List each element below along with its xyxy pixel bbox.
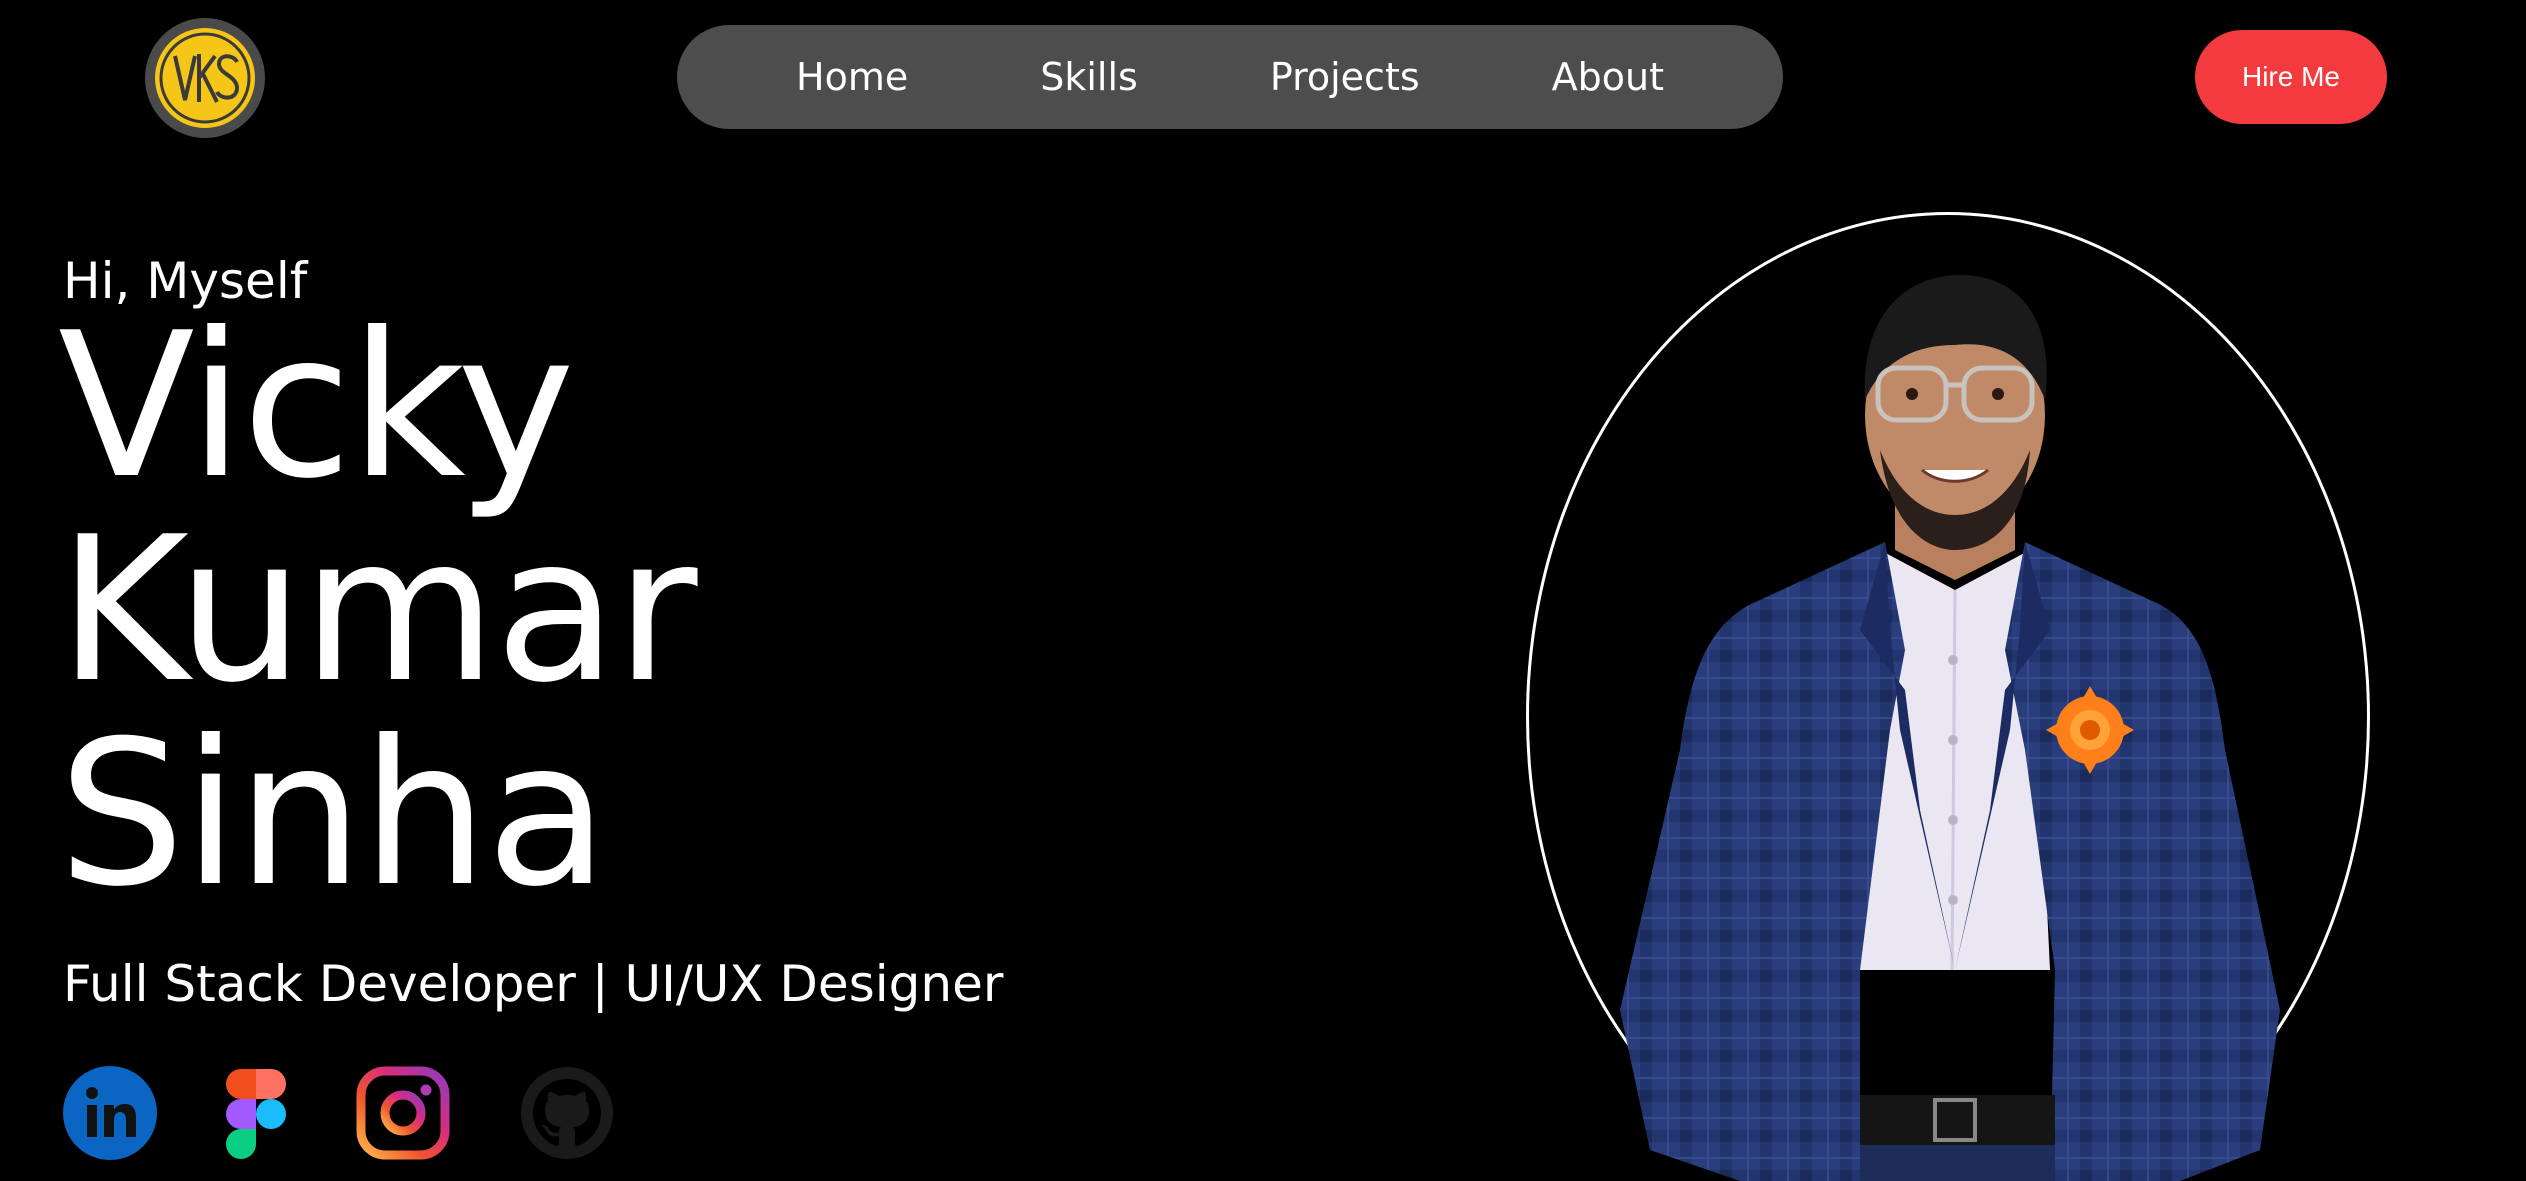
hero-name-first: Vicky — [58, 290, 575, 523]
instagram-icon — [356, 1066, 450, 1160]
nav-item-projects[interactable]: Projects — [1204, 55, 1486, 99]
hero-name-last: Sinha — [58, 698, 609, 931]
nav-item-about[interactable]: About — [1486, 55, 1730, 99]
nav-item-home[interactable]: Home — [730, 55, 974, 99]
brand-logo[interactable] — [145, 18, 265, 138]
main-nav: Home Skills Projects About — [677, 25, 1783, 129]
linkedin-icon — [63, 1066, 157, 1160]
nav-item-skills[interactable]: Skills — [974, 55, 1204, 99]
linkedin-link[interactable] — [62, 1065, 158, 1161]
figma-icon — [226, 1069, 286, 1159]
hero-role: Full Stack Developer | UI/UX Designer — [63, 955, 1004, 1013]
vks-monogram-logo-icon — [155, 28, 255, 128]
hire-me-button[interactable]: Hire Me — [2195, 30, 2387, 124]
github-link[interactable] — [519, 1065, 615, 1161]
hero-name-middle: Kumar — [58, 494, 698, 727]
hero-name: Vicky Kumar Sinha — [58, 290, 698, 931]
figma-link[interactable] — [208, 1065, 304, 1161]
portfolio-page: Home Skills Projects About Hire Me Hi, M… — [0, 0, 2526, 1181]
profile-portrait-icon — [1620, 275, 2280, 1181]
github-icon — [521, 1067, 613, 1159]
profile-portrait — [1560, 250, 2340, 1181]
instagram-link[interactable] — [355, 1065, 451, 1161]
